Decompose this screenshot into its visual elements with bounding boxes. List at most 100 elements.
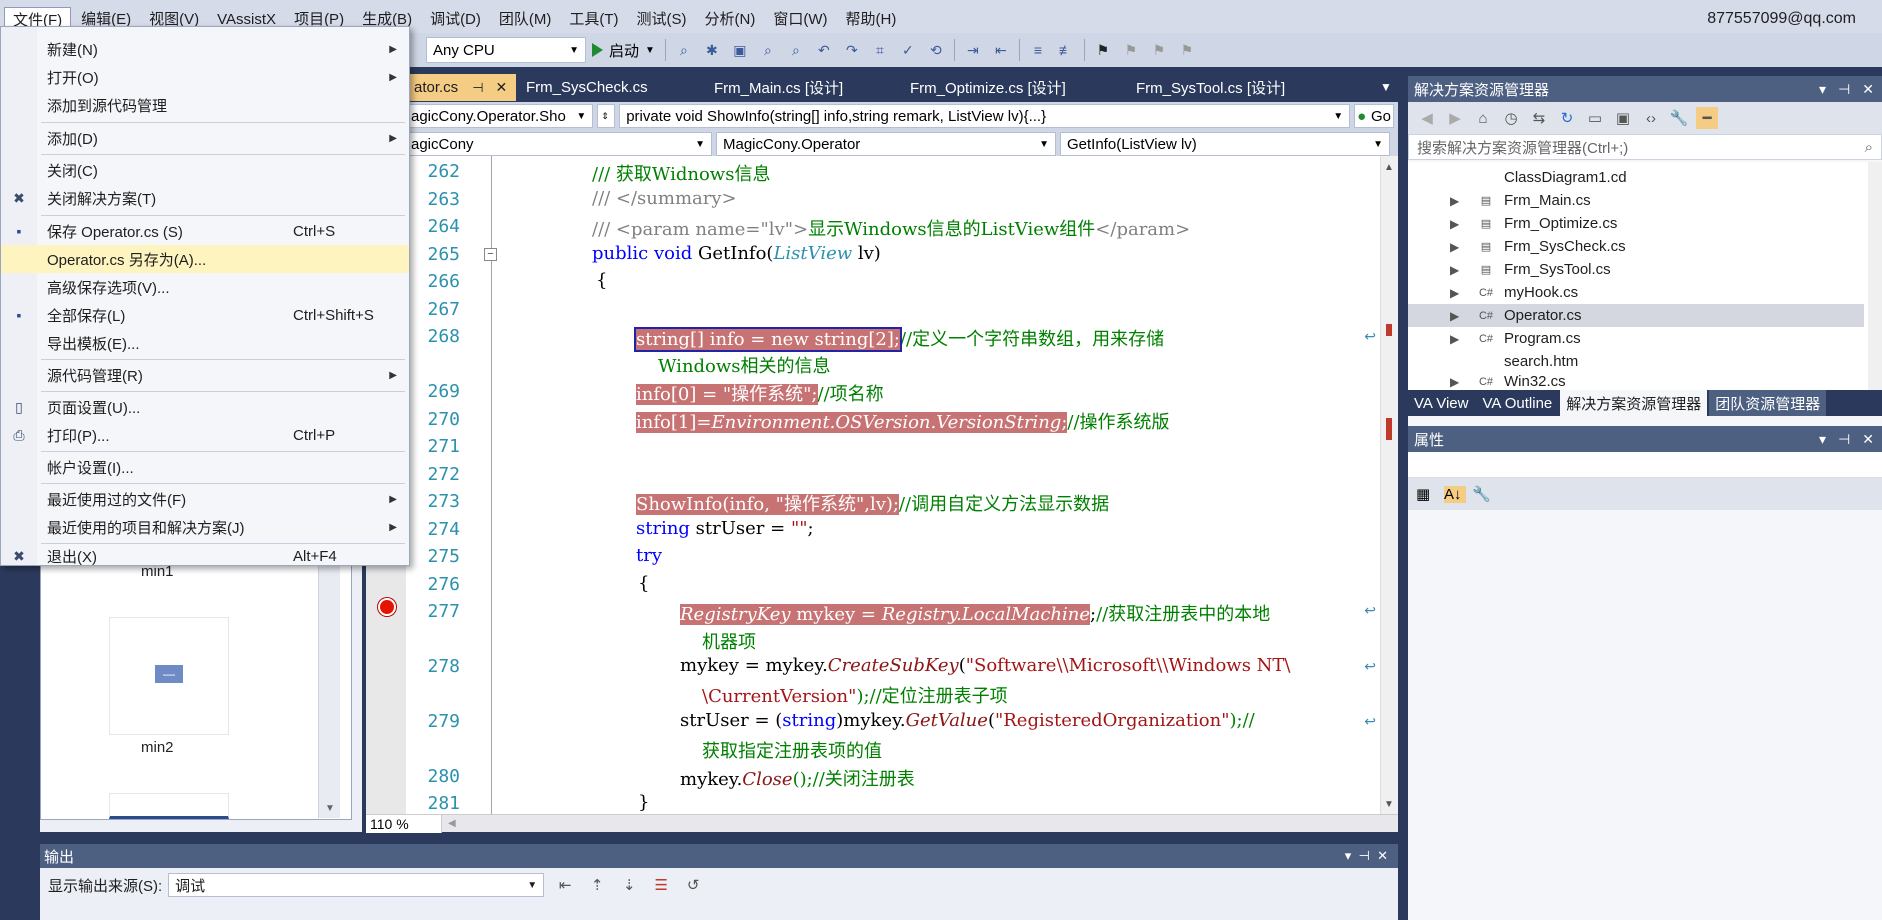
prev-bookmark-icon[interactable]: ⚑ [1120, 39, 1142, 61]
tab-solution-explorer[interactable]: 解决方案资源管理器 [1560, 390, 1708, 416]
dropdown-icon[interactable]: ▾ [1345, 848, 1352, 863]
pin-icon[interactable]: ⊣ [1838, 431, 1850, 447]
tab-va-outline[interactable]: VA Outline [1476, 390, 1558, 416]
tab-team-explorer[interactable]: 团队资源管理器 [1709, 390, 1827, 416]
menu-team[interactable]: 团队(M) [491, 7, 560, 33]
menu-analyze[interactable]: 分析(N) [697, 7, 764, 33]
view-code-icon[interactable]: ‹› [1640, 107, 1662, 129]
clear-bookmarks-icon[interactable]: ⚑ [1176, 39, 1198, 61]
menu-item-account-settings[interactable]: 帐户设置(I)... [1, 453, 409, 481]
spinner-icon[interactable]: ⇕ [597, 104, 616, 128]
go-button[interactable]: ● Go [1354, 104, 1394, 128]
tree-item-search[interactable]: search.htm [1408, 350, 1864, 373]
uncomment-icon[interactable]: ≢ [1055, 39, 1077, 61]
word-wrap-toggle-icon[interactable]: ↺ [682, 874, 704, 896]
prev-message-icon[interactable]: ⇡ [586, 874, 608, 896]
menu-debug[interactable]: 调试(D) [422, 7, 489, 33]
tree-item-frm-systool[interactable]: ▶ ▤ Frm_SysTool.cs [1408, 258, 1864, 281]
pin-icon[interactable]: ⊣ [1359, 848, 1370, 863]
preview-icon[interactable]: ━ [1696, 107, 1718, 129]
expand-icon[interactable]: ▶ [1450, 286, 1464, 300]
type-select[interactable]: MagicCony.Operator ▼ [716, 132, 1056, 156]
pin-icon[interactable]: ⊣ [472, 80, 483, 96]
folder-icon[interactable]: ▣ [729, 39, 751, 61]
next-message-icon[interactable]: ⇣ [618, 874, 640, 896]
close-icon[interactable]: ✕ [1862, 81, 1874, 97]
dropdown-icon[interactable]: ▾ [1819, 81, 1826, 97]
expand-icon[interactable]: ▶ [1450, 240, 1464, 254]
menu-item-save-all[interactable]: ▪ 全部保存(L) Ctrl+Shift+S [1, 301, 409, 329]
bookmark-icon[interactable]: ⌗ [869, 39, 891, 61]
tab-operator[interactable]: ator.cs ⊣ ✕ [404, 74, 516, 101]
menu-item-close-solution[interactable]: ✖ 关闭解决方案(T) [1, 184, 409, 212]
menu-item-add[interactable]: 添加(D) ▶ [1, 124, 409, 152]
menu-item-exit[interactable]: ✖ 退出(X) Alt+F4 [1, 545, 409, 567]
tab-frm-systool[interactable]: Frm_SysTool.cs [设计] [1126, 74, 1336, 101]
tree-item-myhook[interactable]: ▶ C# myHook.cs [1408, 281, 1864, 304]
expand-icon[interactable]: ▶ [1450, 309, 1464, 323]
menu-test[interactable]: 测试(S) [629, 7, 695, 33]
menu-item-add-to-source-control[interactable]: 添加到源代码管理 [1, 91, 409, 119]
menu-item-advanced-save[interactable]: 高级保存选项(V)... [1, 273, 409, 301]
user-account[interactable]: 877557099@qq.com [1707, 10, 1856, 28]
pin-icon[interactable]: ⊣ [1838, 81, 1850, 97]
home-icon[interactable]: ⌂ [1472, 107, 1494, 129]
expand-icon[interactable]: ▶ [1450, 375, 1464, 389]
properties-icon[interactable]: 🔧 [1668, 107, 1690, 129]
zoom-select[interactable]: 110 % [366, 814, 442, 833]
tree-item-win32[interactable]: ▶ C# Win32.cs [1408, 373, 1864, 390]
menu-item-recent-projects[interactable]: 最近使用的项目和解决方案(J) ▶ [1, 513, 409, 541]
refactor-icon[interactable]: ⟲ [925, 39, 947, 61]
menu-item-export-template[interactable]: 导出模板(E)... [1, 329, 409, 357]
flag-icon[interactable]: ⚑ [1092, 39, 1114, 61]
tree-item-operator[interactable]: ▶ C# Operator.cs [1408, 304, 1864, 327]
search-icon[interactable]: ⌕ [785, 39, 807, 61]
menu-tools[interactable]: 工具(T) [561, 7, 626, 33]
next-bookmark-icon[interactable]: ⚑ [1148, 39, 1170, 61]
designer-item-box[interactable] [109, 793, 229, 819]
forward-icon[interactable]: ▶ [1444, 107, 1466, 129]
collapse-all-icon[interactable]: ▭ [1584, 107, 1606, 129]
menu-item-close[interactable]: 关闭(C) [1, 156, 409, 184]
tab-frm-main[interactable]: Frm_Main.cs [设计] [704, 74, 900, 101]
menu-item-page-setup[interactable]: ▯ 页面设置(U)... [1, 393, 409, 421]
tree-scrollbar[interactable] [1868, 162, 1882, 390]
outdent-icon[interactable]: ⇤ [990, 39, 1012, 61]
expand-icon[interactable]: ▶ [1450, 194, 1464, 208]
tree-item-frm-syscheck[interactable]: ▶ ▤ Frm_SysCheck.cs [1408, 235, 1864, 258]
sync-icon[interactable]: ⇆ [1528, 107, 1550, 129]
method-select[interactable]: private void ShowInfo(string[] info,stri… [619, 104, 1351, 128]
member-select[interactable]: GetInfo(ListView lv) ▼ [1060, 132, 1390, 156]
tab-frm-syscheck[interactable]: Frm_SysCheck.cs [516, 74, 704, 101]
close-icon[interactable]: ✕ [1377, 848, 1388, 863]
breakpoint-icon[interactable] [378, 598, 396, 616]
menu-window[interactable]: 窗口(W) [765, 7, 835, 33]
output-source-select[interactable]: 调试 ▼ [168, 873, 545, 897]
menu-item-open[interactable]: 打开(O) ▶ [1, 63, 409, 91]
menu-item-print[interactable]: ⎙ 打印(P)... Ctrl+P [1, 421, 409, 449]
code-editor[interactable]: − 262 263 264 265 266 267 268 269 270 27… [366, 156, 1398, 814]
editor-vertical-scrollbar[interactable]: ▲ ▼ [1380, 156, 1398, 814]
spell-check-icon[interactable]: ✓ [897, 39, 919, 61]
menu-item-save-as[interactable]: Operator.cs 另存为(A)... [1, 245, 409, 273]
comment-icon[interactable]: ≡ [1027, 39, 1049, 61]
find-icon[interactable]: ⌕ [673, 39, 695, 61]
close-icon[interactable]: ✕ [1862, 431, 1874, 447]
platform-select[interactable]: Any CPU ▼ [426, 37, 586, 63]
chevron-up-icon[interactable]: ▲ [1384, 162, 1394, 173]
scroll-left-icon[interactable]: ◀ [448, 818, 456, 829]
menu-item-new[interactable]: 新建(N) ▶ [1, 35, 409, 63]
class-select[interactable]: agicCony.Operator.Sho ▼ [404, 104, 594, 128]
tab-overflow-icon[interactable]: ▼ [1380, 80, 1392, 94]
properties-object-select[interactable] [1408, 452, 1882, 478]
history-icon[interactable]: ◷ [1500, 107, 1522, 129]
tree-item-frm-main[interactable]: ▶ ▤ Frm_Main.cs [1408, 189, 1864, 212]
clear-all-icon[interactable]: ☰ [650, 874, 672, 896]
search-file-icon[interactable]: ⌕ [757, 39, 779, 61]
indent-icon[interactable]: ⇥ [962, 39, 984, 61]
start-button[interactable]: 启动 ▼ [586, 40, 661, 61]
categorized-icon[interactable]: ▦ [1416, 485, 1438, 503]
chevron-down-icon[interactable]: ▼ [1384, 799, 1394, 810]
menu-item-recent-files[interactable]: 最近使用过的文件(F) ▶ [1, 485, 409, 513]
tab-frm-optimize[interactable]: Frm_Optimize.cs [设计] [900, 74, 1126, 101]
